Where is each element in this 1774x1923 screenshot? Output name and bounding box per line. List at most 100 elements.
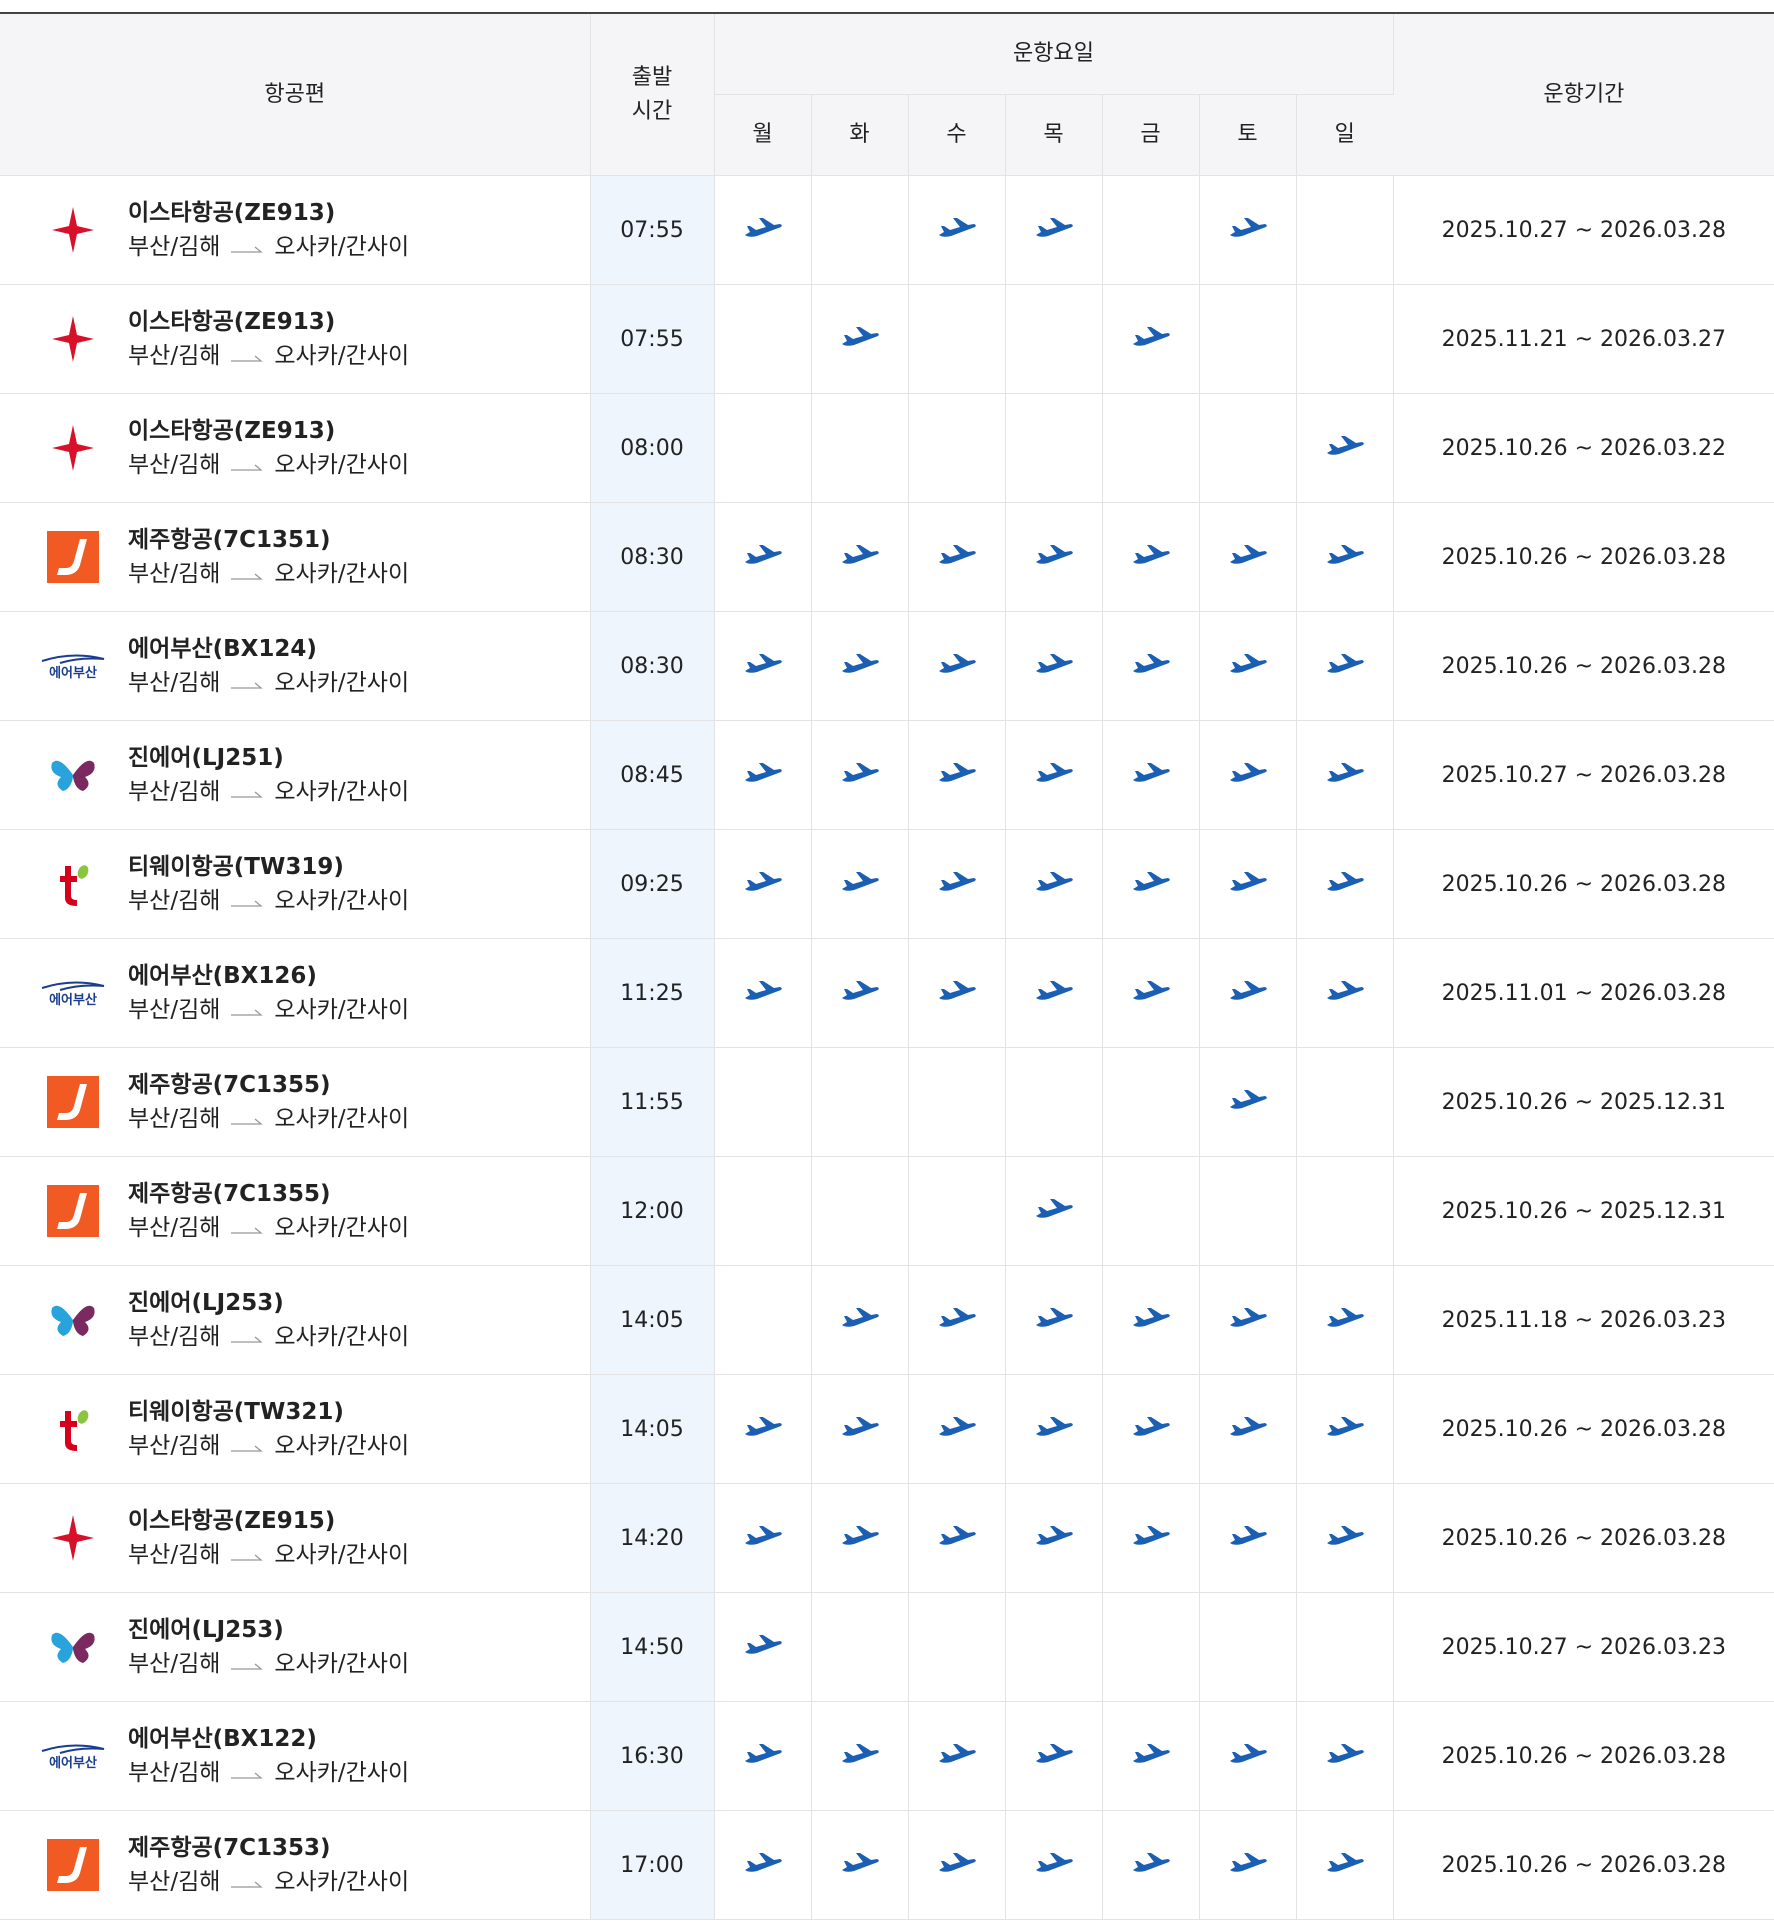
- route: 부산/김해 오사카/간사이: [128, 884, 409, 918]
- day-cell: [1005, 1810, 1103, 1920]
- plane-icon: [1228, 1417, 1268, 1444]
- route-destination: 오사카/간사이: [274, 1542, 410, 1568]
- day-cell: [1005, 720, 1103, 830]
- plane-icon: [1034, 218, 1074, 245]
- day-cell: [811, 502, 909, 612]
- day-cell: [908, 611, 1006, 721]
- plane-icon: [840, 763, 880, 790]
- flight-name: 제주항공(7C1355): [128, 1072, 331, 1098]
- plane-icon: [1131, 1308, 1171, 1335]
- day-cell: [714, 1047, 812, 1157]
- day-cell: [714, 1701, 812, 1811]
- route: 부산/김해 오사카/간사이: [128, 557, 409, 591]
- day-cell: [714, 829, 812, 939]
- plane-icon: [1131, 545, 1171, 572]
- route-destination: 오사카/간사이: [274, 1433, 410, 1459]
- route: 부산/김해 오사카/간사이: [128, 666, 409, 700]
- route-arrow-icon: [230, 1102, 264, 1136]
- day-cell: [1005, 175, 1103, 285]
- route: 부산/김해 오사카/간사이: [128, 1102, 409, 1136]
- jeju-air-logo: [32, 527, 114, 587]
- day-cell: [811, 1701, 909, 1811]
- route-destination: 오사카/간사이: [274, 234, 410, 260]
- day-cell: [1199, 284, 1297, 394]
- day-cell: [908, 1374, 1006, 1484]
- jeju-air-logo: [32, 1835, 114, 1895]
- plane-icon: [937, 545, 977, 572]
- plane-icon: [1325, 1526, 1365, 1553]
- flight-cell: 제주항공(7C1351) 부산/김해 오사카/간사이: [0, 502, 591, 612]
- table-row: 에어부산 에어부산(BX126) 부산/김해 오사카/간사이 11:25 2025.11.…: [0, 938, 1774, 1048]
- flight-cell: 제주항공(7C1355) 부산/김해 오사카/간사이: [0, 1156, 591, 1266]
- route-arrow-icon: [230, 775, 264, 809]
- plane-icon: [1131, 1417, 1171, 1444]
- flight-name: 이스타항공(ZE915): [128, 1508, 336, 1534]
- eastar-star-icon: [32, 418, 114, 478]
- route-destination: 오사카/간사이: [274, 888, 410, 914]
- day-cell: [811, 938, 909, 1048]
- table-row: 제주항공(7C1355) 부산/김해 오사카/간사이 12:00 2025.10.26 …: [0, 1156, 1774, 1266]
- jin-air-butterfly-logo: [32, 1617, 114, 1677]
- day-cell: [811, 1047, 909, 1157]
- route: 부산/김해 오사카/간사이: [128, 339, 409, 373]
- plane-icon: [743, 654, 783, 681]
- day-cell: [1199, 720, 1297, 830]
- route-arrow-icon: [230, 1647, 264, 1681]
- day-cell: [908, 393, 1006, 503]
- plane-icon: [840, 1417, 880, 1444]
- route-origin: 부산/김해: [128, 1215, 221, 1241]
- flight-cell: 진에어(LJ251) 부산/김해 오사카/간사이: [0, 720, 591, 830]
- plane-icon: [840, 1744, 880, 1771]
- operation-period: 2025.11.01 ~ 2026.03.28: [1393, 938, 1774, 1048]
- route-origin: 부산/김해: [128, 888, 221, 914]
- day-cell: [1199, 611, 1297, 721]
- plane-icon: [1325, 1744, 1365, 1771]
- air-busan-logo: 에어부산: [32, 636, 114, 696]
- day-cell: [811, 1810, 909, 1920]
- day-cell: [1296, 611, 1394, 721]
- flight-cell: 진에어(LJ253) 부산/김해 오사카/간사이: [0, 1265, 591, 1375]
- day-cell: [1102, 284, 1200, 394]
- route-arrow-icon: [230, 1538, 264, 1572]
- flight-cell: 이스타항공(ZE913) 부산/김해 오사카/간사이: [0, 175, 591, 285]
- day-cell: [1296, 1265, 1394, 1375]
- route-arrow-icon: [230, 666, 264, 700]
- day-cell: [714, 1265, 812, 1375]
- day-cell: [811, 611, 909, 721]
- table-body: 이스타항공(ZE913) 부산/김해 오사카/간사이 07:55 2025.10.27 …: [0, 175, 1774, 1920]
- route-destination: 오사카/간사이: [274, 1215, 410, 1241]
- day-cell: [714, 393, 812, 503]
- plane-icon: [1325, 1853, 1365, 1880]
- day-cell: [811, 175, 909, 285]
- operation-period: 2025.10.26 ~ 2026.03.28: [1393, 1483, 1774, 1593]
- day-cell: [1005, 502, 1103, 612]
- table-row: 이스타항공(ZE913) 부산/김해 오사카/간사이 07:55 2025.10.27 …: [0, 175, 1774, 285]
- plane-icon: [1228, 872, 1268, 899]
- header-flight: 항공편: [0, 13, 591, 176]
- plane-icon: [1228, 1744, 1268, 1771]
- plane-icon: [1034, 981, 1074, 1008]
- day-cell: [714, 1810, 812, 1920]
- flight-cell: 에어부산 에어부산(BX124) 부산/김해 오사카/간사이: [0, 611, 591, 721]
- flight-name: 이스타항공(ZE913): [128, 418, 336, 444]
- departure-time: 11:55: [590, 1047, 715, 1157]
- day-cell: [1296, 1592, 1394, 1702]
- day-cell: [1102, 1265, 1200, 1375]
- plane-icon: [1131, 763, 1171, 790]
- plane-icon: [743, 1853, 783, 1880]
- plane-icon: [1228, 218, 1268, 245]
- plane-icon: [1325, 654, 1365, 681]
- plane-icon: [1034, 1526, 1074, 1553]
- route: 부산/김해 오사카/간사이: [128, 1538, 409, 1572]
- operation-period: 2025.10.27 ~ 2026.03.23: [1393, 1592, 1774, 1702]
- flight-name: 제주항공(7C1353): [128, 1835, 331, 1861]
- day-cell: [1296, 393, 1394, 503]
- day-cell: [908, 1701, 1006, 1811]
- departure-time: 08:30: [590, 502, 715, 612]
- day-cell: [714, 720, 812, 830]
- flight-name: 에어부산(BX126): [128, 963, 317, 989]
- plane-icon: [1228, 981, 1268, 1008]
- day-cell: [1102, 1592, 1200, 1702]
- day-cell: [1199, 1701, 1297, 1811]
- tway-logo: [32, 854, 114, 914]
